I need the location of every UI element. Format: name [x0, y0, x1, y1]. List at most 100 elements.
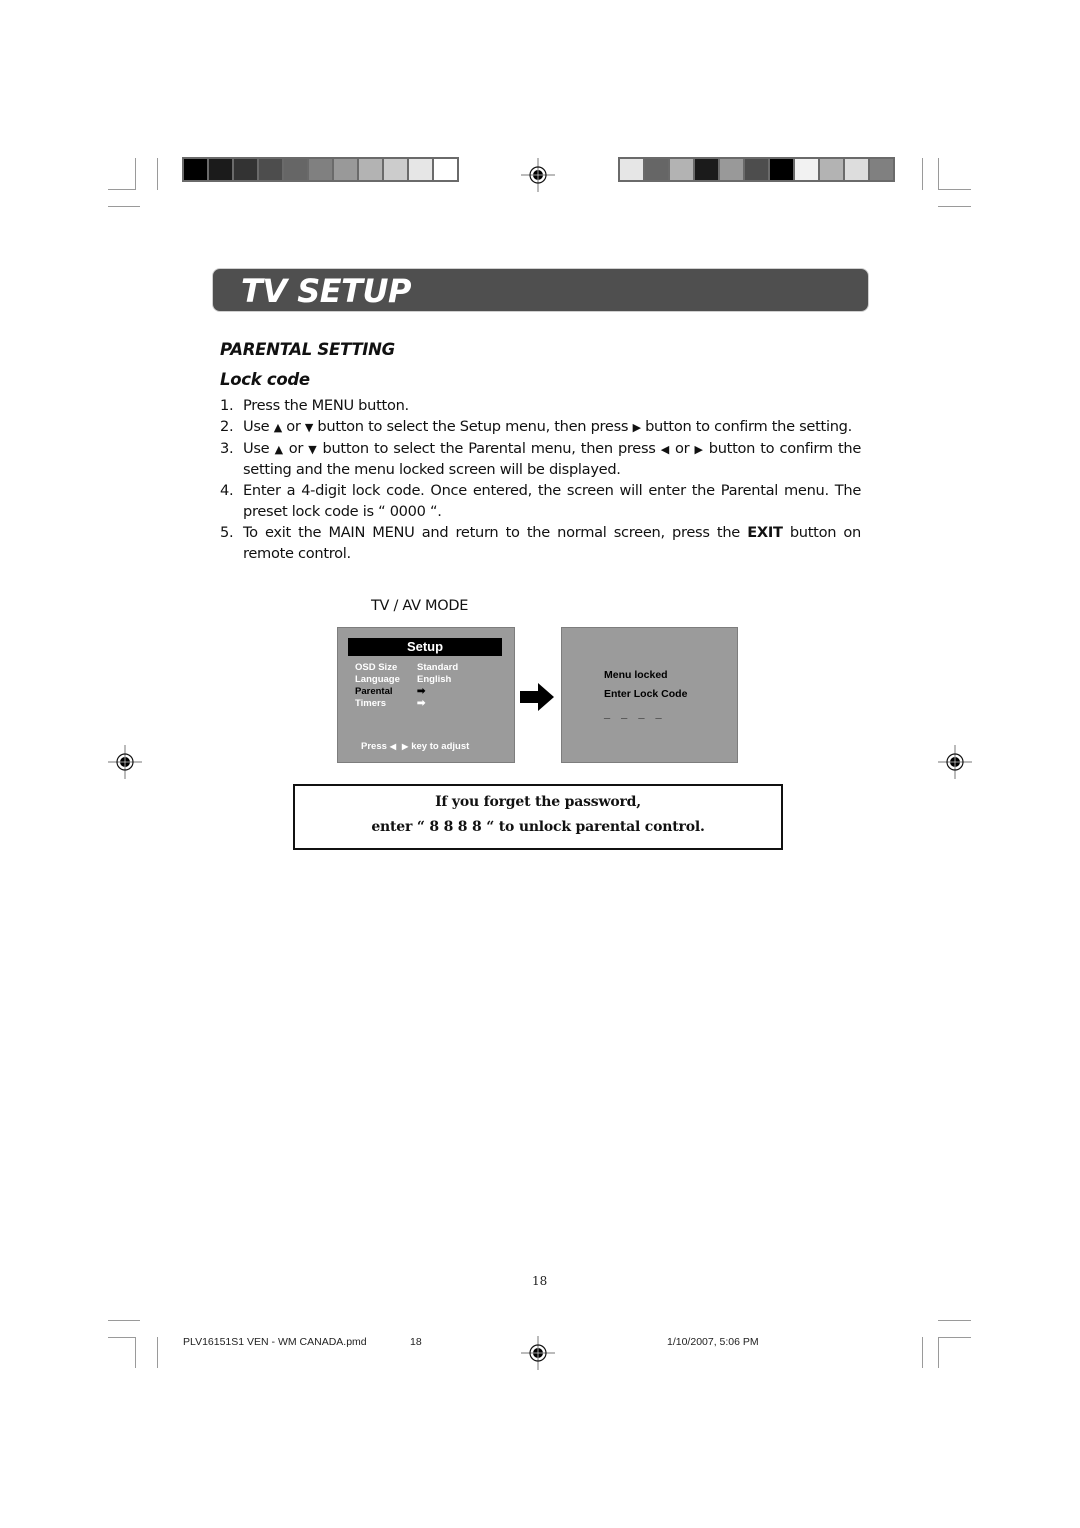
osd-row-key: Parental: [355, 686, 393, 697]
osd-menu-row-selected: Parental ➡: [355, 686, 425, 698]
arrow-right-icon: ➡: [417, 686, 426, 697]
notice-line: If you forget the password,: [435, 794, 641, 810]
osd-row-key: Language: [355, 674, 400, 685]
color-swatch: [184, 159, 207, 180]
subsection-title: Lock code: [220, 370, 310, 389]
step-text: or: [281, 417, 305, 435]
color-swatch: [870, 159, 893, 180]
osd-footer-text: key to adjust: [411, 741, 470, 752]
step-text: Use: [243, 439, 275, 457]
osd-locked-screen: Menu locked Enter Lock Code _ _ _ _: [561, 627, 738, 763]
arrow-right-icon: ➡: [417, 698, 426, 709]
up-arrow-icon: ▲: [274, 442, 284, 456]
crop-mark: [135, 158, 136, 190]
left-arrow-icon: ◀: [660, 442, 670, 456]
menu-locked-text: Menu locked: [604, 669, 668, 681]
crop-mark: [938, 1337, 971, 1338]
color-swatch: [409, 159, 432, 180]
step-number: 1.: [220, 397, 234, 414]
footer-page: 18: [410, 1336, 422, 1348]
header-bar: TV SETUP: [212, 268, 869, 312]
crop-mark: [922, 1337, 923, 1368]
notice-line: enter “ 8 8 8 8 “ to unlock parental con…: [371, 819, 705, 835]
crop-mark: [108, 206, 140, 207]
step-number: 3.: [220, 439, 234, 457]
osd-menu-title: Setup: [348, 638, 502, 656]
section-title: PARENTAL SETTING: [220, 340, 395, 359]
exit-button-label: EXIT: [747, 523, 783, 541]
step-item: 2. Use ▲ or ▼ button to select the Setup…: [220, 417, 861, 439]
osd-menu-row: Language English: [355, 674, 451, 686]
step-text: Enter a 4-digit lock code. Once entered,…: [243, 482, 861, 520]
page-title: TV SETUP: [241, 272, 411, 310]
instruction-steps: 1. Press the MENU button. 2. Use ▲ or ▼ …: [220, 396, 861, 564]
color-swatch: [795, 159, 818, 180]
crop-mark: [108, 1337, 136, 1338]
colorbar-right: [618, 157, 895, 182]
color-swatch: [284, 159, 307, 180]
footer-datetime: 1/10/2007, 5:06 PM: [667, 1336, 759, 1348]
step-text: or: [669, 439, 695, 457]
color-swatch: [309, 159, 332, 180]
step-text: or: [283, 439, 309, 457]
crop-mark: [922, 158, 923, 190]
step-text: To exit the MAIN MENU and return to the …: [243, 523, 748, 541]
osd-row-value: English: [417, 674, 452, 685]
osd-menu-row: Timers ➡: [355, 698, 425, 710]
down-arrow-icon: ▼: [304, 420, 314, 434]
osd-row-key: OSD Size: [355, 662, 398, 673]
password-notice-box: If you forget the password, enter “ 8 8 …: [293, 784, 783, 850]
osd-menu-row: OSD Size Standard: [355, 662, 458, 674]
color-swatch: [234, 159, 257, 180]
right-arrow-icon: ▶: [694, 442, 704, 456]
color-swatch: [384, 159, 407, 180]
osd-footer-text: Press: [361, 741, 387, 752]
color-swatch: [334, 159, 357, 180]
left-arrow-icon: ◀: [389, 742, 397, 751]
crop-mark: [938, 1337, 939, 1368]
transition-arrow-icon: [520, 683, 554, 711]
color-swatch: [720, 159, 743, 180]
step-text: Use: [243, 417, 274, 435]
color-swatch: [745, 159, 768, 180]
step-item: 1. Press the MENU button.: [220, 396, 861, 417]
step-item: 4. Enter a 4-digit lock code. Once enter…: [220, 481, 861, 523]
step-text: button to select the Parental menu, then…: [317, 439, 661, 457]
crop-mark: [157, 1337, 158, 1368]
up-arrow-icon: ▲: [273, 420, 282, 434]
color-swatch: [645, 159, 668, 180]
crop-mark: [135, 1337, 136, 1368]
step-number: 5.: [220, 523, 234, 541]
lock-code-input: _ _ _ _: [604, 708, 666, 720]
step-text: Press the MENU button.: [243, 397, 409, 414]
crop-mark: [108, 189, 136, 190]
crop-mark: [938, 1320, 971, 1321]
osd-footer-hint: Press ◀ ▶ key to adjust: [361, 741, 469, 752]
color-swatch: [770, 159, 793, 180]
footer-filename: PLV16151S1 VEN - WM CANADA.pmd: [183, 1336, 367, 1348]
registration-mark-icon: [938, 745, 972, 779]
right-arrow-icon: ▶: [402, 742, 409, 751]
crop-mark: [108, 1320, 140, 1321]
osd-row-key: Timers: [355, 698, 386, 709]
crop-mark: [938, 206, 971, 207]
crop-mark: [157, 158, 158, 190]
step-item: 5. To exit the MAIN MENU and return to t…: [220, 523, 861, 565]
color-swatch: [359, 159, 382, 180]
color-swatch: [695, 159, 718, 180]
registration-mark-icon: [108, 745, 142, 779]
crop-mark: [938, 189, 971, 190]
colorbar-left: [182, 157, 459, 182]
page-number: 18: [532, 1274, 548, 1288]
color-swatch: [209, 159, 232, 180]
color-swatch: [820, 159, 843, 180]
color-swatch: [259, 159, 282, 180]
crop-mark: [938, 158, 939, 190]
color-swatch: [434, 159, 457, 180]
step-text: button to confirm the setting.: [640, 417, 852, 435]
registration-mark-icon: [521, 1336, 555, 1370]
step-number: 4.: [220, 482, 234, 500]
registration-mark-icon: [521, 158, 555, 192]
step-item: 3. Use ▲ or ▼ button to select the Paren…: [220, 439, 861, 482]
right-arrow-icon: ▶: [632, 420, 641, 434]
